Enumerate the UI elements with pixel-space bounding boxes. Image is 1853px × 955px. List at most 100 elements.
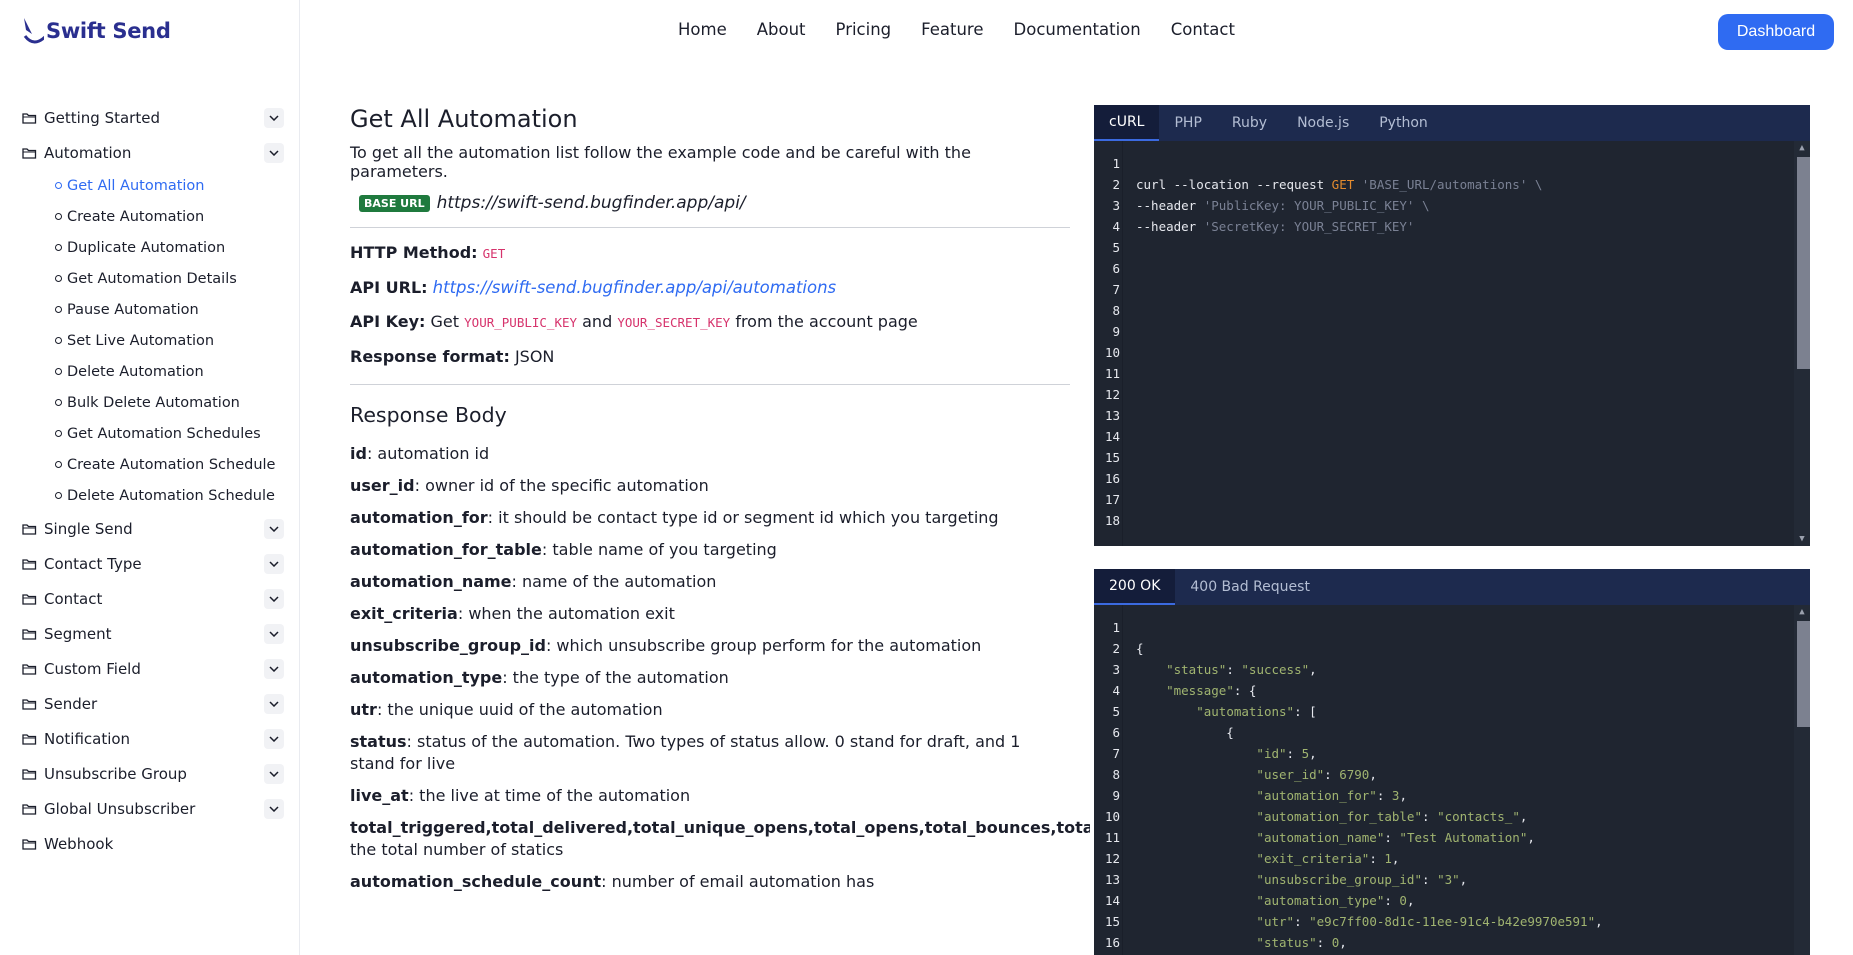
chevron-down-icon[interactable] (264, 799, 284, 819)
chevron-down-icon[interactable] (264, 519, 284, 539)
line-number: 4 (1112, 219, 1120, 234)
nav-documentation[interactable]: Documentation (1014, 20, 1141, 39)
sidebar-subitem-get-automation-schedules[interactable]: Get Automation Schedules (55, 418, 284, 449)
folder-icon (22, 523, 37, 535)
scroll-up-icon[interactable]: ▲ (1797, 607, 1807, 617)
sidebar-item-webhook[interactable]: Webhook (22, 826, 284, 861)
chevron-down-icon[interactable] (264, 624, 284, 644)
response-code-area: 1 2 3 4 5 6 7 8 9 10 11 12 13 14 15 16 { "status": "suc… (1094, 605, 1810, 955)
folder-icon (22, 838, 37, 850)
folder-icon (22, 733, 37, 745)
sidebar-item-segment[interactable]: Segment (22, 616, 284, 651)
sidebar-item-unsubscribe-group[interactable]: Unsubscribe Group (22, 756, 284, 791)
bullet-icon (55, 337, 62, 344)
lang-tab-php[interactable]: PHP (1159, 105, 1216, 141)
line-number: 1 (1112, 156, 1120, 171)
http-method-row: HTTP Method: GET (350, 242, 1070, 265)
line-number: 15 (1104, 914, 1120, 929)
field-desc: : when the automation exit (457, 604, 675, 623)
bullet-icon (55, 182, 62, 189)
folder-icon (22, 768, 37, 780)
chevron-down-icon[interactable] (264, 694, 284, 714)
bullet-icon (55, 213, 62, 220)
sidebar-item-getting-started[interactable]: Getting Started (22, 100, 284, 135)
folder-icon (22, 558, 37, 570)
chevron-down-icon[interactable] (264, 554, 284, 574)
sidebar-subitem-duplicate-automation[interactable]: Duplicate Automation (55, 232, 284, 263)
line-number: 5 (1112, 704, 1120, 719)
response-scrollbar[interactable]: ▲ (1794, 605, 1810, 955)
scroll-down-icon[interactable]: ▼ (1797, 534, 1807, 544)
folder-icon (22, 628, 37, 640)
chevron-down-icon[interactable] (264, 108, 284, 128)
response-format-value: JSON (514, 347, 555, 366)
sidebar-subitem-get-all-automation[interactable]: Get All Automation (55, 170, 284, 201)
nav-contact[interactable]: Contact (1171, 20, 1235, 39)
sidebar-subitem-delete-automation-schedule[interactable]: Delete Automation Schedule (55, 480, 284, 511)
lang-tab-ruby[interactable]: Ruby (1217, 105, 1282, 141)
sidebar-sublist: Get All Automation Create Automation Dupli… (55, 170, 284, 511)
status-tab-200-ok[interactable]: 200 OK (1094, 569, 1176, 605)
api-url-link[interactable]: https://swift-send.bugfinder.app/api/aut… (433, 278, 837, 297)
field-name: exit_criteria (350, 604, 458, 623)
scroll-up-icon[interactable]: ▲ (1797, 143, 1807, 153)
sidebar-item-notification[interactable]: Notification (22, 721, 284, 756)
chevron-down-icon[interactable] (264, 729, 284, 749)
chevron-down-icon[interactable] (264, 764, 284, 784)
sidebar-subitem-bulk-delete-automation[interactable]: Bulk Delete Automation (55, 387, 284, 418)
sidebar-subitem-create-automation-schedule[interactable]: Create Automation Schedule (55, 449, 284, 480)
status-tab-400-bad-request[interactable]: 400 Bad Request (1175, 569, 1325, 605)
nav-pricing[interactable]: Pricing (836, 20, 892, 39)
scroll-thumb[interactable] (1797, 157, 1810, 369)
sidebar-item-label: Getting Started (44, 108, 160, 127)
sidebar-subitem-pause-automation[interactable]: Pause Automation (55, 294, 284, 325)
sidebar-subitem-get-automation-details[interactable]: Get Automation Details (55, 263, 284, 294)
line-number: 13 (1104, 408, 1120, 423)
sidebar-item-global-unsubscriber[interactable]: Global Unsubscriber (22, 791, 284, 826)
dashboard-button[interactable]: Dashboard (1718, 14, 1834, 50)
sidebar-item-sender[interactable]: Sender (22, 686, 284, 721)
sidebar-subitem-set-live-automation[interactable]: Set Live Automation (55, 325, 284, 356)
sidebar-item-custom-field[interactable]: Custom Field (22, 651, 284, 686)
sidebar-item-contact[interactable]: Contact (22, 581, 284, 616)
request-code-panel: cURL PHP Ruby Node.js Python 1 2 3 4 5 6 7 8 9 10 11 12… (1094, 105, 1810, 546)
sidebar-subitem-create-automation[interactable]: Create Automation (55, 201, 284, 232)
lang-tab-curl[interactable]: cURL (1094, 105, 1160, 141)
sidebar-item-label: Contact (44, 589, 103, 608)
sidebar-subitem-label: Set Live Automation (67, 332, 215, 349)
field-desc: : which unsubscribe group perform for th… (545, 636, 982, 655)
logo[interactable]: Swift Send (22, 16, 171, 46)
code-string: 'SecretKey: YOUR_SECRET_KEY' (1203, 219, 1415, 234)
field-desc: : it should be contact type id or segmen… (487, 508, 999, 527)
line-number: 8 (1112, 767, 1120, 782)
nav-about[interactable]: About (757, 20, 806, 39)
field-desc: : table name of you targeting (541, 540, 777, 559)
sidebar-item-automation[interactable]: Automation (22, 135, 284, 170)
request-scrollbar[interactable]: ▲ ▼ (1794, 141, 1810, 546)
sidebar-subitem-delete-automation[interactable]: Delete Automation (55, 356, 284, 387)
field-name: automation_name (350, 572, 512, 591)
field-name: automation_for (350, 508, 488, 527)
nav-feature[interactable]: Feature (921, 20, 983, 39)
chevron-down-icon[interactable] (264, 659, 284, 679)
sidebar-item-contact-type[interactable]: Contact Type (22, 546, 284, 581)
field-name: user_id (350, 476, 415, 495)
response-field: unsubscribe_group_id: which unsubscribe … (350, 635, 1070, 657)
sidebar-item-label: Custom Field (44, 659, 141, 678)
scroll-thumb[interactable] (1797, 621, 1810, 727)
nav-home[interactable]: Home (678, 20, 727, 39)
chevron-down-icon[interactable] (264, 143, 284, 163)
chevron-down-icon[interactable] (264, 589, 284, 609)
api-key-tail-text: from the account page (735, 312, 918, 331)
folder-icon (22, 698, 37, 710)
line-number: 6 (1112, 261, 1120, 276)
line-number: 10 (1104, 809, 1120, 824)
response-format-label: Response format: (350, 347, 510, 366)
json-line: { (1136, 641, 1144, 656)
sidebar-item-label: Unsubscribe Group (44, 764, 187, 783)
lang-tab-node-js[interactable]: Node.js (1282, 105, 1364, 141)
json-line: "message": { (1166, 683, 1257, 698)
lang-tab-python[interactable]: Python (1364, 105, 1443, 141)
field-name: unsubscribe_group_id (350, 636, 546, 655)
sidebar-item-single-send[interactable]: Single Send (22, 511, 284, 546)
